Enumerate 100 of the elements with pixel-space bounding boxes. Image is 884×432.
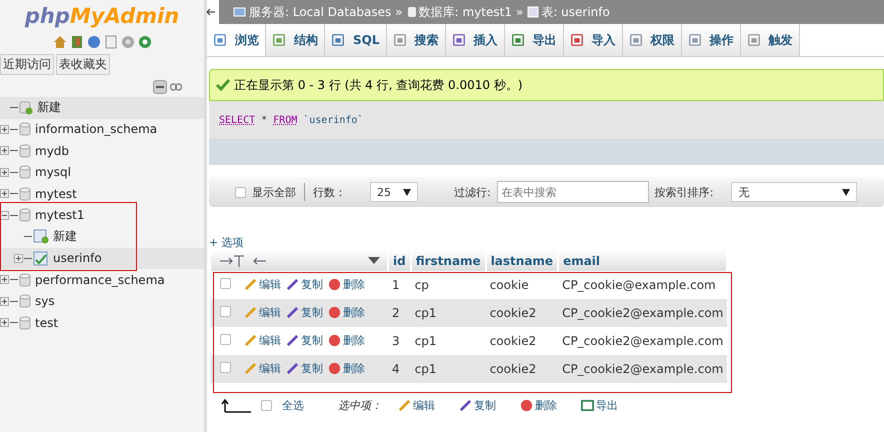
up-arrow-icon (221, 398, 251, 412)
filter-label: 过滤行: (454, 184, 491, 200)
tab[interactable]: 搜索 (386, 24, 446, 56)
table-cell: cookie2 (486, 299, 558, 327)
new-icon (19, 100, 33, 116)
bulk-action-button[interactable]: 导出 (581, 398, 618, 413)
tab[interactable]: 导入 (564, 24, 622, 56)
rows-select[interactable]: 25 (370, 182, 418, 202)
tree-item[interactable]: 新建 (37, 99, 61, 116)
sort-label: 按索引排序: (654, 184, 714, 200)
row-action-link[interactable]: 删除 (328, 332, 365, 348)
row-action-link[interactable]: 复制 (286, 276, 323, 292)
sql-token[interactable]: FROM (273, 114, 298, 126)
database-icon (19, 294, 31, 308)
expander-icon[interactable] (0, 168, 10, 177)
tree-item[interactable]: 新建 (53, 228, 77, 246)
sidebar-tab[interactable]: 近期访问 (0, 54, 54, 75)
database-icon (19, 316, 31, 330)
expander-icon[interactable] (0, 210, 10, 220)
row-checkbox[interactable] (220, 334, 231, 345)
sort-select[interactable]: 无 (731, 182, 858, 202)
tree-item[interactable]: mytest1 (35, 208, 84, 222)
tree-item[interactable]: mydb (35, 144, 70, 158)
table-cell: 1 (388, 271, 411, 299)
table-cell: cookie2 (486, 355, 558, 383)
breadcrumb-link[interactable]: 表: userinfo (541, 4, 610, 20)
tab[interactable]: 导出 (504, 24, 564, 56)
bulk-action-button[interactable]: 复制 (459, 398, 496, 413)
row-action-link[interactable]: 编辑 (244, 332, 281, 348)
tree-item[interactable]: performance_schema (35, 272, 165, 287)
tree-item[interactable]: test (35, 316, 58, 330)
expander-icon[interactable] (0, 146, 10, 156)
row-checkbox[interactable] (220, 306, 231, 317)
row-checkbox[interactable] (220, 362, 231, 373)
table-cell: CP_cookie2@example.com (558, 327, 728, 355)
expander-icon[interactable] (14, 254, 24, 263)
dropdown-arrow-icon[interactable] (368, 256, 380, 264)
tree-item[interactable]: information_schema (35, 122, 158, 136)
pencil-icon (244, 334, 257, 346)
breadcrumb-separator: » (516, 5, 524, 19)
expander-icon[interactable] (0, 318, 10, 328)
row-action-link[interactable]: 编辑 (244, 276, 281, 292)
row-action-link[interactable]: 编辑 (244, 304, 281, 320)
tab[interactable]: 触发 (740, 24, 800, 56)
column-resize-icon[interactable] (220, 254, 266, 268)
checkbox[interactable] (235, 186, 246, 198)
collapse-icon[interactable] (153, 80, 167, 94)
tree-item[interactable]: mysql (35, 165, 71, 180)
tab[interactable]: SQL (325, 24, 386, 56)
table-cell: 2 (388, 299, 411, 327)
tab[interactable]: 权限 (622, 24, 682, 56)
database-icon (19, 165, 31, 180)
checkbox[interactable] (261, 400, 272, 411)
row-action-link[interactable]: 复制 (286, 332, 323, 348)
sidebar-tab[interactable]: 表收藏夹 (56, 54, 110, 75)
database-icon (406, 6, 417, 18)
bulk-action-button[interactable]: 删除 (520, 398, 557, 413)
column-header[interactable]: lastname (486, 250, 558, 271)
breadcrumb-link[interactable]: 服务器: Local Databases (249, 4, 392, 20)
filter-field[interactable]: 在表中搜索 (496, 181, 649, 203)
bulk-action-button[interactable]: 编辑 (398, 398, 435, 413)
new-table-icon (33, 229, 49, 244)
table-cell: cp1 (410, 355, 486, 383)
expander-icon[interactable] (0, 275, 10, 284)
table-cell: CP_cookie2@example.com (558, 299, 728, 327)
column-header[interactable]: firstname (410, 250, 486, 271)
sql-token[interactable]: SELECT (219, 114, 256, 126)
table-icon (213, 33, 227, 47)
tree-item[interactable]: sys (35, 294, 55, 308)
delete-icon (520, 399, 533, 412)
table-cell: cp (410, 271, 486, 299)
tab[interactable]: 插入 (446, 24, 504, 56)
options-link[interactable]: + 选项 (209, 235, 884, 250)
tab[interactable]: 结构 (266, 24, 325, 56)
row-action-link[interactable]: 删除 (328, 304, 365, 320)
sql-token: `userinfo` (303, 114, 364, 126)
table-cell: cp1 (410, 327, 486, 355)
show-all-label: 显示全部 (252, 184, 296, 200)
row-action-link[interactable]: 删除 (328, 360, 365, 376)
column-header[interactable]: id (388, 250, 411, 271)
tree-item[interactable]: mytest (35, 186, 77, 201)
delete-icon (328, 334, 341, 346)
row-action-link[interactable]: 复制 (286, 304, 323, 320)
expander-icon[interactable] (0, 189, 10, 198)
select-all-link[interactable]: 全选 (282, 398, 304, 413)
link-icon[interactable] (170, 83, 182, 91)
expander-icon[interactable] (0, 124, 10, 134)
row-action-link[interactable]: 复制 (286, 360, 323, 376)
pencil-icon (244, 278, 257, 290)
breadcrumb-link[interactable]: 数据库: mytest1 (418, 4, 512, 20)
home-icon[interactable] (52, 35, 66, 49)
row-action-link[interactable]: 删除 (328, 276, 365, 292)
column-header[interactable]: email (558, 250, 728, 271)
table-cell: cookie (486, 271, 558, 299)
tree-item[interactable]: userinfo (53, 251, 102, 266)
row-checkbox[interactable] (220, 278, 231, 289)
table-cell: CP_cookie2@example.com (558, 355, 728, 383)
expander-icon[interactable] (0, 296, 10, 306)
row-action-link[interactable]: 编辑 (244, 360, 281, 376)
tab[interactable]: 操作 (682, 24, 740, 56)
